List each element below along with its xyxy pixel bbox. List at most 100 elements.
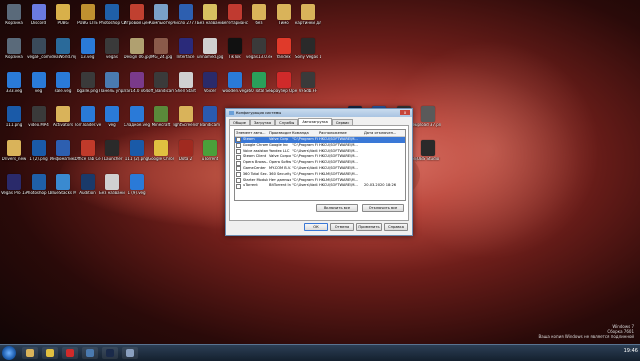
startup-checkbox[interactable] [236, 148, 241, 154]
desktop-icon[interactable]: Google Chrome [148, 140, 174, 174]
col-location[interactable]: Расположение [318, 130, 363, 136]
startup-checkbox[interactable] [236, 154, 241, 160]
col-command[interactable]: Команда [291, 130, 318, 136]
desktop-icon[interactable]: Dota 2 [173, 140, 199, 174]
desktop-icon[interactable]: Bandicam [197, 106, 223, 140]
desktop-icon[interactable]: sale.veg [50, 72, 76, 106]
desktop-icon[interactable]: TLauncher [99, 140, 125, 174]
desktop-icon[interactable]: 1 (2).png [26, 140, 52, 174]
desktop-icon[interactable]: Инфоматика блок.docx [50, 140, 76, 174]
desktop-icon[interactable]: Браузер Opera [271, 72, 297, 106]
desktop-icon[interactable]: Vegas Pro 13.0 (64-bit) [1, 174, 27, 208]
desktop-icon[interactable]: Torr.loader.veg [75, 106, 101, 140]
desktop-icon[interactable]: ideaWorld.mp4 [50, 38, 76, 72]
desktop-icon[interactable]: video.MP4 [26, 106, 52, 140]
startup-checkbox[interactable] [236, 160, 241, 166]
start-button[interactable] [2, 346, 16, 360]
desktop-icon[interactable]: uTorrent [197, 140, 223, 174]
desktop-icon[interactable]: картинки для презентаций [295, 4, 321, 38]
desktop-icon-label: 13.veg [80, 55, 95, 59]
desktop-icon[interactable]: Корзина [1, 4, 27, 38]
disable-all-button[interactable]: Отключить все [362, 204, 404, 212]
startup-checkbox[interactable] [236, 143, 241, 149]
desktop-icon[interactable]: Сладкое.veg [124, 106, 150, 140]
desktop-icon[interactable]: Игровой центр [124, 4, 150, 38]
startup-checkbox[interactable] [236, 177, 241, 183]
desktop-icon[interactable]: 1 (9).veg [124, 174, 150, 208]
desktop-icon[interactable]: vegas13.0.exe [246, 38, 272, 72]
desktop-icon[interactable]: 360 Total Security [246, 72, 272, 106]
desktop-icon[interactable]: off_Bandicam [148, 72, 174, 106]
taskbar-explorer-button[interactable] [22, 347, 38, 359]
desktop-icon[interactable]: PUBG [50, 4, 76, 38]
desktop-icon[interactable]: OBS Studio [415, 140, 441, 174]
ok-button[interactable]: ОК [304, 223, 328, 231]
desktop-icon[interactable]: unnamed.jpg [197, 38, 223, 72]
desktop-icon[interactable]: BlueStacks Multi-Insta... [50, 174, 76, 208]
col-startup-item[interactable]: Элемент авто... [235, 130, 268, 136]
desktop-icon[interactable]: VFSdb.FF [295, 72, 321, 106]
startup-checkbox[interactable] [236, 183, 241, 189]
desktop-icon[interactable]: vegas [99, 38, 125, 72]
taskbar-msconfig-button[interactable] [122, 347, 138, 359]
desktop-icon[interactable]: Audition [75, 174, 101, 208]
desktop-icon[interactable]: без [246, 4, 272, 38]
desktop-icon[interactable]: IMG_24.jpg [148, 38, 174, 72]
col-date-disabled[interactable]: Дата отключен... [363, 130, 400, 136]
taskbar-media-button[interactable] [82, 347, 98, 359]
desktop-icon[interactable]: Корзина [1, 38, 27, 72]
apply-button[interactable]: Применить [356, 223, 382, 231]
desktop-icon[interactable]: 333.veg [1, 72, 27, 106]
desktop-icon[interactable]: 13.veg [75, 38, 101, 72]
desktop-icon[interactable]: bgalle.png [75, 72, 101, 106]
desktop-icon[interactable]: rar14.0 x64 [124, 72, 150, 106]
app-icon [31, 174, 46, 190]
desktop-icon[interactable]: vegaF_com [26, 38, 52, 72]
desktop-icon[interactable]: wooden.veg [222, 72, 248, 106]
desktop-icon[interactable]: Discord [26, 4, 52, 38]
table-row[interactable]: uTorrent BitTorrent Inc."C:\Users\Vadi...… [235, 183, 405, 189]
desktop-icon[interactable]: Без названия [197, 4, 223, 38]
desktop-icon[interactable]: Design 06.jpg [124, 38, 150, 72]
desktop-icon[interactable]: veg [99, 106, 125, 140]
taskbar-chrome-button[interactable] [42, 347, 58, 359]
startup-checkbox[interactable] [236, 137, 241, 143]
close-button[interactable]: x [400, 110, 410, 115]
desktop-icon[interactable]: upload 37.png [415, 106, 441, 140]
enable-all-button[interactable]: Включить все [316, 204, 358, 212]
dialog-titlebar[interactable]: Конфигурация системы x [226, 109, 412, 117]
desktop-icon[interactable]: Office Tab Center [75, 140, 101, 174]
col-manufacturer[interactable]: Производитель [268, 130, 291, 136]
desktop-icon[interactable]: Панель управления [99, 72, 125, 106]
desktop-icon[interactable]: veg [26, 72, 52, 106]
startup-checkbox[interactable] [236, 166, 241, 172]
desktop-icon[interactable]: Minecraft [148, 106, 174, 140]
desktop-icon[interactable]: Photoshop CS6 [99, 4, 125, 38]
desktop-icon[interactable]: Тимо [271, 4, 297, 38]
desktop-icon[interactable]: Interface [173, 38, 199, 72]
desktop-icon[interactable]: Yandex [271, 38, 297, 72]
desktop-icon[interactable]: вегетарианство [222, 4, 248, 38]
startup-checkbox[interactable] [236, 172, 241, 178]
desktop-icon[interactable]: Voicer [197, 72, 223, 106]
desktop-icon[interactable]: Activators [50, 106, 76, 140]
desktop-icon[interactable]: Без названия [99, 174, 125, 208]
desktop-icon[interactable]: Компьютер [148, 4, 174, 38]
cancel-button[interactable]: Отмена [330, 223, 354, 231]
desktop-icon[interactable]: Drivers_new [1, 140, 27, 174]
desktop-icon[interactable]: Число 2777.docx [173, 4, 199, 38]
desktop-icon[interactable]: Photoshop CS6 (64 Bit) [26, 174, 52, 208]
desktop-icon-label: Инфоматика блок.docx [50, 157, 76, 161]
tab-startup[interactable]: Автозагрузка [298, 118, 332, 125]
help-button[interactable]: Справка [384, 223, 408, 231]
desktop-icon[interactable]: PUBG LITE [75, 4, 101, 38]
taskbar-steam-button[interactable] [102, 347, 118, 359]
desktop-icon[interactable]: 111.png [1, 106, 27, 140]
desktop-icon[interactable]: lightScreenshot [173, 106, 199, 140]
taskbar-opera-button[interactable] [62, 347, 78, 359]
desktop-icon[interactable]: Shell Start [173, 72, 199, 106]
desktop-icon[interactable]: 111 (2).png [124, 140, 150, 174]
desktop-icon[interactable]: Sony Vegas 13 [295, 38, 321, 72]
clock[interactable]: 19:46 [624, 348, 638, 354]
desktop-icon[interactable]: TikTok [222, 38, 248, 72]
